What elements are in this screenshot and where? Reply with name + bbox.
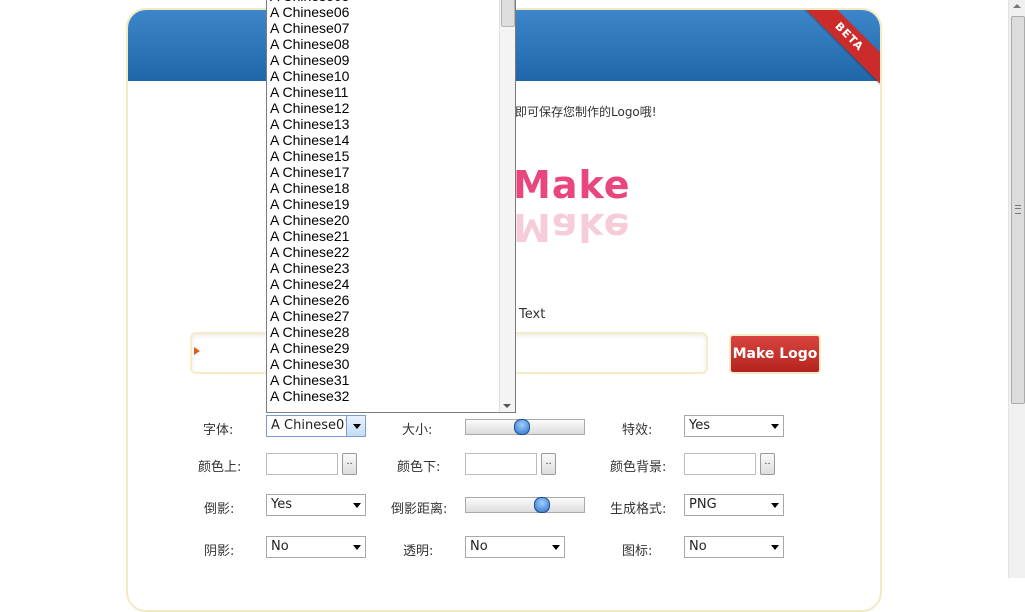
format-select[interactable]: PNG (684, 494, 784, 516)
chevron-down-icon (552, 545, 560, 550)
font-option[interactable]: A Chinese24 (270, 276, 349, 292)
make-logo-button[interactable]: Make Logo (729, 334, 821, 374)
font-option[interactable]: A Chinese32 (270, 388, 349, 404)
font-option[interactable]: A Chinese11 (270, 84, 349, 100)
color-bg-picker-button[interactable]: .. (760, 453, 775, 475)
font-option[interactable]: A Chinese21 (270, 228, 349, 244)
shadow-label: 阴影: (204, 544, 235, 559)
font-option[interactable]: A Chinese22 (270, 244, 349, 260)
color-bg-label: 颜色背景: (610, 460, 667, 475)
reflection-distance-slider-handle[interactable] (534, 497, 550, 513)
reflection-distance-slider[interactable] (465, 497, 585, 513)
color-top-input[interactable] (266, 453, 338, 475)
format-select-value: PNG (689, 497, 717, 512)
scroll-up-arrow-icon[interactable] (1013, 4, 1021, 8)
transparent-select-value: No (470, 539, 488, 554)
color-bottom-input[interactable] (465, 453, 537, 475)
font-label: 字体: (203, 423, 234, 438)
logo-preview: Make Make (513, 163, 631, 249)
font-option[interactable]: A Chinese17 (270, 164, 349, 180)
chevron-down-icon (353, 424, 361, 429)
size-label: 大小: (402, 423, 433, 438)
shadow-select[interactable]: No (266, 536, 366, 558)
color-bottom-picker-button[interactable]: .. (541, 453, 556, 475)
effect-select-value: Yes (689, 418, 710, 433)
font-option[interactable]: A Chinese12 (270, 100, 349, 116)
color-top-label: 颜色上: (198, 460, 242, 475)
font-option[interactable]: A Chinese31 (270, 372, 349, 388)
shadow-select-value: No (271, 539, 289, 554)
font-dropdown-list[interactable]: A Chinese05A Chinese06A Chinese07A Chine… (266, 0, 516, 413)
chevron-down-icon (771, 503, 779, 508)
page-scrollbar[interactable] (1008, 0, 1025, 578)
transparent-label: 透明: (403, 544, 434, 559)
font-option[interactable]: A Chinese07 (270, 20, 349, 36)
icon-select-value: No (689, 539, 707, 554)
input-arrow-icon (194, 347, 200, 355)
size-slider-handle[interactable] (514, 419, 530, 435)
font-option[interactable]: A Chinese20 (270, 212, 349, 228)
font-option[interactable]: A Chinese27 (270, 308, 349, 324)
font-option[interactable]: A Chinese30 (270, 356, 349, 372)
reflection-select-value: Yes (271, 497, 292, 512)
chevron-down-icon (771, 424, 779, 429)
grip-icon (1015, 205, 1021, 214)
font-option[interactable]: A Chinese13 (270, 116, 349, 132)
reflection-label: 倒影: (204, 502, 235, 517)
font-option[interactable]: A Chinese19 (270, 196, 349, 212)
color-bottom-label: 颜色下: (397, 460, 441, 475)
chevron-down-icon (771, 545, 779, 550)
font-select[interactable]: A Chinese01 (266, 415, 366, 437)
font-select-dropdown-button[interactable] (346, 416, 365, 436)
font-option[interactable]: A Chinese26 (270, 292, 349, 308)
font-select-value: A Chinese01 (271, 418, 353, 433)
font-option[interactable]: A Chinese28 (270, 324, 349, 340)
dropdown-scrollbar[interactable] (499, 0, 515, 412)
font-option[interactable]: A Chinese10 (270, 68, 349, 84)
reflection-select[interactable]: Yes (266, 494, 366, 516)
dropdown-scroll-thumb[interactable] (501, 0, 515, 27)
save-hint: 即可保存您制作的Logo哦! (515, 105, 657, 119)
format-label: 生成格式: (610, 502, 667, 517)
chevron-down-icon (353, 503, 361, 508)
color-bg-input[interactable] (684, 453, 756, 475)
logo-preview-reflection: Make (513, 205, 631, 249)
color-top-picker-button[interactable]: .. (342, 453, 357, 475)
transparent-select[interactable]: No (465, 536, 565, 558)
icon-label: 图标: (622, 544, 653, 559)
font-options: A Chinese05A Chinese06A Chinese07A Chine… (270, 0, 349, 404)
font-option[interactable]: A Chinese18 (270, 180, 349, 196)
font-option[interactable]: A Chinese15 (270, 148, 349, 164)
font-option[interactable]: A Chinese14 (270, 132, 349, 148)
effect-select[interactable]: Yes (684, 415, 784, 437)
effect-label: 特效: (622, 423, 653, 438)
font-option[interactable]: A Chinese09 (270, 52, 349, 68)
font-option[interactable]: A Chinese06 (270, 4, 349, 20)
scroll-down-arrow-icon[interactable] (503, 404, 511, 408)
font-option[interactable]: A Chinese29 (270, 340, 349, 356)
logo-preview-word: Make (513, 163, 631, 207)
page-scroll-thumb[interactable] (1011, 16, 1025, 404)
reflection-distance-label: 倒影距离: (391, 502, 448, 517)
icon-select[interactable]: No (684, 536, 784, 558)
chevron-down-icon (353, 545, 361, 550)
font-option[interactable]: A Chinese08 (270, 36, 349, 52)
text-label: Text (519, 307, 546, 322)
size-slider[interactable] (465, 419, 585, 435)
font-option[interactable]: A Chinese23 (270, 260, 349, 276)
